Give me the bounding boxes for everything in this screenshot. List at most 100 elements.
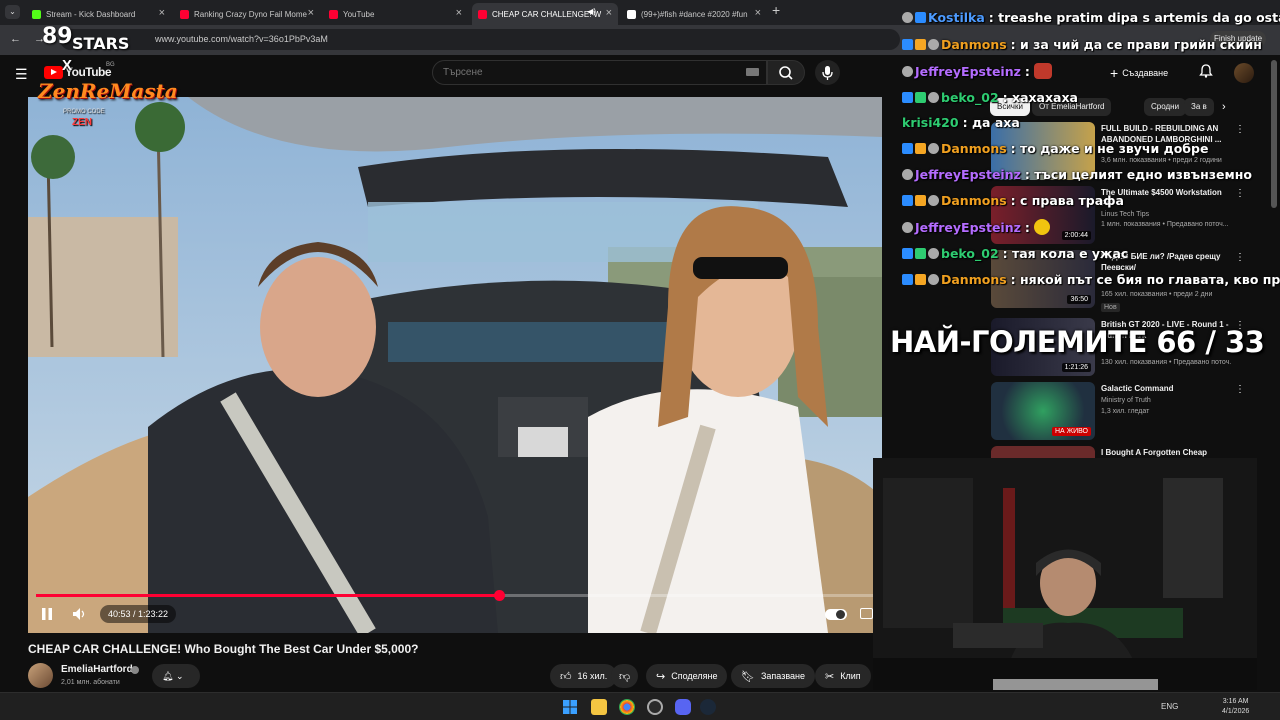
browser-tab[interactable]: (99+)#fish #dance #2020 #fun × — [621, 3, 767, 25]
webcam-feed — [873, 458, 1257, 690]
browser-tab[interactable]: Ranking Crazy Dyno Fail Mome × — [174, 3, 320, 25]
gift-badge-icon — [902, 221, 913, 233]
recommendation-item[interactable]: НА ЖИВО Galactic Command Ministry of Tru… — [991, 382, 1245, 442]
chat-message: beko_02: тая кола е ужас — [902, 246, 1128, 261]
youtube-icon — [478, 9, 487, 19]
tiktok-icon — [627, 9, 636, 19]
rec-title[interactable]: I Bought A Forgotten Cheap — [1101, 447, 1229, 458]
like-button[interactable]: 👍︎ 16 хил. — [550, 664, 618, 688]
subtitles-icon[interactable] — [860, 608, 873, 619]
progress-bar[interactable] — [36, 590, 874, 601]
channel-name[interactable]: EmeliaHartford — [61, 664, 133, 675]
moderator-badge-icon — [902, 143, 913, 154]
tab-label: YouTube — [343, 9, 375, 19]
gift-badge-icon — [902, 169, 913, 180]
chat-username: Danmons — [941, 193, 1007, 208]
browser-tab[interactable]: YouTube × — [323, 3, 468, 25]
keyboard-language[interactable]: ENG — [1161, 702, 1178, 711]
chat-username: beko_02 — [941, 246, 999, 261]
save-button[interactable]: 🔖︎ Запазване — [731, 664, 815, 688]
streamer-logo: ZenReMasta — [38, 79, 178, 103]
browser-tab[interactable]: Stream - Kick Dashboard × — [26, 3, 171, 25]
chat-text: тъси целият едно извънземно — [1034, 167, 1252, 182]
video-duration: 1:21:26 — [1061, 363, 1091, 372]
chrome-icon[interactable] — [619, 699, 635, 715]
chat-username: Danmons — [941, 37, 1007, 52]
progress-bar-played — [36, 594, 499, 597]
gift-badge-icon — [928, 248, 939, 259]
video-thumbnail[interactable]: НА ЖИВО — [991, 382, 1095, 440]
back-arrow-icon[interactable]: ← — [10, 33, 21, 45]
moderator-badge-icon — [902, 92, 913, 103]
youtube-icon — [180, 9, 189, 19]
video-title: CHEAP CAR CHALLENGE! Who Bought The Best… — [28, 642, 419, 656]
live-badge: НА ЖИВО — [1051, 427, 1091, 436]
volume-icon[interactable] — [72, 607, 88, 621]
channel-avatar[interactable] — [28, 663, 53, 688]
emote-icon — [1034, 219, 1051, 235]
tab-label: CHEAP CAR CHALLENGE! W — [492, 9, 602, 19]
like-count: 16 хил. — [577, 671, 608, 681]
taskbar-clock[interactable]: 3:16 AM 4/1/2026 — [1222, 697, 1249, 717]
recommendation-item[interactable]: I Bought A Forgotten Cheap — [991, 446, 1241, 458]
chat-message: Danmons: някой път се бия по главата, кв… — [902, 272, 1280, 287]
browser-tab-active[interactable]: CHEAP CAR CHALLENGE! W ◀) × — [472, 3, 618, 25]
new-tab-button[interactable]: + — [772, 2, 780, 18]
dislike-button[interactable]: 👎︎ — [611, 664, 639, 688]
tab-search-button[interactable]: ⌄ — [5, 5, 20, 19]
gift-badge-icon — [928, 274, 939, 285]
subscriber-badge-icon — [915, 12, 926, 23]
youtube-play-icon — [44, 65, 63, 79]
pause-icon[interactable] — [40, 607, 54, 621]
close-icon[interactable]: × — [755, 7, 761, 19]
steam-icon[interactable] — [700, 699, 716, 715]
rec-channel[interactable]: Ministry of Truth — [1101, 397, 1151, 404]
close-icon[interactable]: × — [159, 7, 165, 19]
gift-badge-icon — [928, 143, 939, 154]
search-button[interactable] — [767, 60, 805, 85]
tab-label: Ranking Crazy Dyno Fail Mome — [194, 9, 307, 19]
share-button[interactable]: ↪ Споделяне — [646, 664, 728, 688]
gift-badge-icon — [928, 195, 939, 206]
video-thumbnail[interactable] — [991, 446, 1095, 458]
chat-text: тая кола е ужас — [1012, 246, 1129, 261]
chat-text: някой път се бия по главата, кво правя — [1020, 272, 1280, 287]
close-icon[interactable]: × — [456, 7, 462, 19]
brand-number: 89 — [42, 24, 73, 49]
discord-icon[interactable] — [675, 699, 691, 715]
chat-username: Danmons — [941, 272, 1007, 287]
chat-message: JeffreyEpsteinz: — [902, 63, 1054, 79]
windows-start-icon[interactable] — [562, 699, 578, 715]
close-icon[interactable]: × — [308, 7, 314, 19]
clip-button[interactable]: ✂ Клип — [815, 664, 871, 688]
youtube-logo[interactable]: YouTube — [44, 65, 112, 79]
voice-search-button[interactable] — [815, 60, 840, 85]
rec-meta: 130 хил. показвания • Предавано поточ... — [1101, 359, 1231, 366]
menu-icon[interactable]: ☰ — [15, 66, 28, 83]
rec-title[interactable]: Galactic Command — [1101, 383, 1229, 394]
more-options-icon[interactable]: ⋮ — [1235, 384, 1245, 395]
speaker-icon[interactable]: ◀) — [587, 7, 596, 16]
close-icon[interactable]: × — [606, 7, 612, 19]
subscriber-badge-icon — [915, 274, 926, 285]
search-input[interactable] — [432, 60, 767, 85]
keyboard-icon[interactable] — [746, 68, 759, 76]
obs-icon[interactable] — [647, 699, 663, 715]
moderator-badge-icon — [902, 195, 913, 206]
microphone-icon — [822, 66, 833, 80]
chat-message: krisi420: да аха — [902, 115, 1020, 130]
tab-label: Stream - Kick Dashboard — [46, 9, 136, 19]
progress-scrubber-handle[interactable] — [493, 590, 505, 601]
search-icon — [779, 66, 793, 80]
autoplay-toggle[interactable] — [825, 609, 847, 620]
subscription-bell-button[interactable]: 🔔︎ ⌄ — [152, 664, 200, 688]
chat-text: хахахаха — [1012, 90, 1078, 105]
new-badge: Нов — [1101, 303, 1120, 312]
address-bar[interactable]: www.youtube.com/watch?v=36o1PbPv3aM — [60, 29, 900, 50]
moderator-badge-icon — [902, 248, 913, 259]
windows-taskbar: ENG 3:16 AM 4/1/2026 — [0, 692, 1280, 720]
file-explorer-icon[interactable] — [591, 699, 607, 715]
subscriber-badge-icon — [915, 39, 926, 50]
brand-stars: STARS — [72, 34, 130, 53]
video-player[interactable]: 40:53 / 1:23:22 — [28, 97, 882, 633]
